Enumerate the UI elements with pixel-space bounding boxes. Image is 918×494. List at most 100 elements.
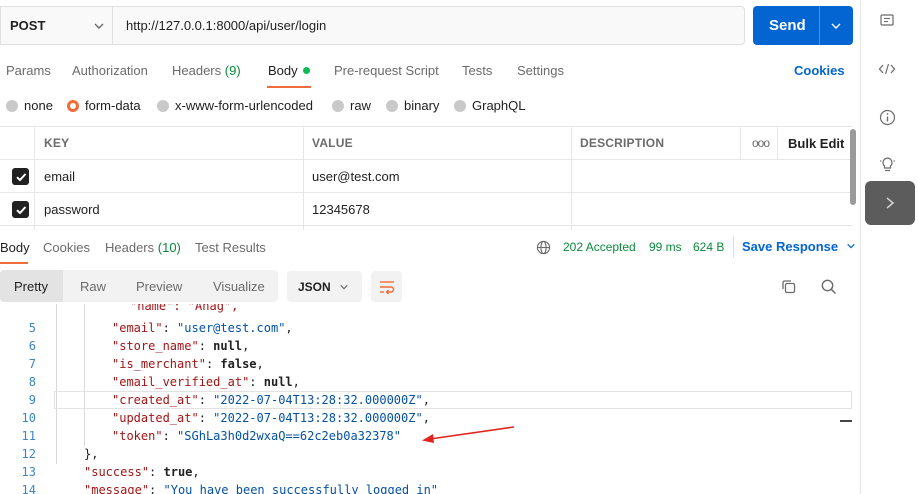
more-options-icon[interactable]: ooo xyxy=(752,136,770,150)
json-key: token xyxy=(119,429,156,443)
json-value: true xyxy=(163,465,193,479)
radio-binary[interactable]: binary xyxy=(386,98,439,113)
radio-label: form-data xyxy=(85,98,141,113)
json-value: "2022-07-04T13:28:32.000000Z" xyxy=(213,411,423,425)
radio-label: none xyxy=(24,98,53,113)
comments-icon[interactable] xyxy=(877,11,897,31)
row-checkbox[interactable] xyxy=(12,168,29,185)
chevron-down-icon[interactable] xyxy=(830,20,842,32)
view-pretty[interactable]: Pretty xyxy=(14,279,48,294)
format-select[interactable]: JSON xyxy=(287,271,362,302)
line-number: 12 xyxy=(21,447,36,461)
column-header-value: VALUE xyxy=(312,136,353,150)
response-time[interactable]: 99 ms xyxy=(649,240,682,254)
json-value: "user@test.com" xyxy=(177,321,286,335)
line-number: 8 xyxy=(28,375,36,389)
radio-graphql[interactable]: GraphQL xyxy=(454,98,525,113)
row-key-cell[interactable]: email xyxy=(44,169,75,184)
line-number: 14 xyxy=(21,483,36,494)
table-scrollbar[interactable] xyxy=(850,129,856,205)
send-button[interactable]: Send xyxy=(753,6,853,45)
active-tab-underline xyxy=(267,86,311,88)
code-line: "is_merchant": false, xyxy=(112,357,264,371)
radio-none[interactable]: none xyxy=(6,98,53,113)
line-number: 6 xyxy=(28,339,36,353)
tab-headers[interactable]: Headers (9) xyxy=(172,63,241,78)
json-key: email xyxy=(119,321,156,335)
tab-pre-request-script[interactable]: Pre-request Script xyxy=(334,63,439,78)
tab-headers-count: (9) xyxy=(224,63,241,78)
url-input[interactable]: http://127.0.0.1:8000/api/user/login xyxy=(112,6,745,45)
view-mode-segmented-control: Pretty Raw Preview Visualize xyxy=(0,270,278,302)
method-select[interactable]: POST xyxy=(0,6,112,45)
url-text: http://127.0.0.1:8000/api/user/login xyxy=(126,18,327,33)
copy-icon[interactable] xyxy=(780,278,798,296)
radio-form-data[interactable]: form-data xyxy=(67,98,141,113)
code-line: "token": "SGhLa3h0d2wxaQ==62c2eb0a32378" xyxy=(112,429,402,443)
radio-label: raw xyxy=(350,98,371,113)
lightbulb-icon-svg xyxy=(879,157,895,172)
json-value: false xyxy=(220,357,257,371)
json-key: is_merchant xyxy=(119,357,199,371)
code-icon[interactable] xyxy=(877,59,897,79)
response-tab-headers-count: (10) xyxy=(157,240,181,255)
radio-x-www-form-urlencoded[interactable]: x-www-form-urlencoded xyxy=(157,98,313,113)
radio-label: binary xyxy=(404,98,440,113)
info-icon[interactable] xyxy=(877,107,897,127)
radio-circle xyxy=(386,99,398,112)
json-key: email_verified_at xyxy=(119,375,243,389)
line-number: 13 xyxy=(21,465,36,479)
bulk-edit-button[interactable]: Bulk Edit xyxy=(788,136,844,151)
line-number: 11 xyxy=(21,429,36,443)
view-visualize[interactable]: Visualize xyxy=(213,279,265,294)
json-key: store_name xyxy=(119,339,192,353)
tab-settings[interactable]: Settings xyxy=(517,63,564,78)
view-raw[interactable]: Raw xyxy=(80,279,106,294)
comments-icon-svg xyxy=(880,14,894,26)
line-number: 7 xyxy=(28,357,36,371)
cookies-link[interactable]: Cookies xyxy=(794,63,845,78)
row-value-cell[interactable]: user@test.com xyxy=(312,169,400,184)
response-size[interactable]: 624 B xyxy=(693,240,724,254)
radio-circle xyxy=(332,99,344,112)
table-divider xyxy=(0,225,853,226)
response-tab-cookies[interactable]: Cookies xyxy=(43,240,90,255)
radio-circle xyxy=(157,99,169,112)
save-response-label: Save Response xyxy=(742,239,839,254)
radio-raw[interactable]: raw xyxy=(332,98,371,113)
response-tab-body[interactable]: Body xyxy=(0,240,30,255)
lightbulb-icon[interactable] xyxy=(877,154,897,174)
send-label: Send xyxy=(769,17,806,34)
code-line: "message": "You have been successfully l… xyxy=(84,483,438,494)
chevron-right-icon xyxy=(886,197,895,209)
checkmark-icon xyxy=(15,205,26,214)
tab-headers-label: Headers xyxy=(172,63,222,78)
code-line: "email": "user@test.com", xyxy=(112,321,293,335)
status-code[interactable]: 202 Accepted xyxy=(563,240,636,254)
expand-panel-button[interactable] xyxy=(865,181,915,225)
tab-authorization[interactable]: Authorization xyxy=(72,63,148,78)
code-line: }, xyxy=(84,447,99,461)
wrap-lines-button[interactable] xyxy=(371,271,402,302)
globe-icon[interactable] xyxy=(536,240,551,255)
view-preview[interactable]: Preview xyxy=(136,279,182,294)
line-number: 10 xyxy=(21,411,36,425)
json-value: null xyxy=(263,375,293,389)
row-value-cell[interactable]: 12345678 xyxy=(312,202,370,217)
tab-tests[interactable]: Tests xyxy=(462,63,492,78)
line-number: 9 xyxy=(28,393,36,407)
save-response-button[interactable]: Save Response xyxy=(742,239,856,254)
row-key-cell[interactable]: password xyxy=(44,202,100,217)
active-tab-underline xyxy=(0,262,28,264)
table-divider xyxy=(571,127,572,230)
response-tab-headers[interactable]: Headers (10) xyxy=(105,240,181,255)
tab-params[interactable]: Params xyxy=(6,63,51,78)
row-checkbox[interactable] xyxy=(12,201,29,218)
search-icon[interactable] xyxy=(820,278,838,296)
response-body-editor[interactable]: "name": "Anag", 5 "email": "user@test.co… xyxy=(0,304,855,494)
table-divider xyxy=(303,127,304,230)
table-divider xyxy=(0,159,853,160)
response-tab-test-results[interactable]: Test Results xyxy=(195,240,266,255)
radio-circle-selected xyxy=(67,99,79,112)
tab-body[interactable]: Body xyxy=(268,63,310,78)
